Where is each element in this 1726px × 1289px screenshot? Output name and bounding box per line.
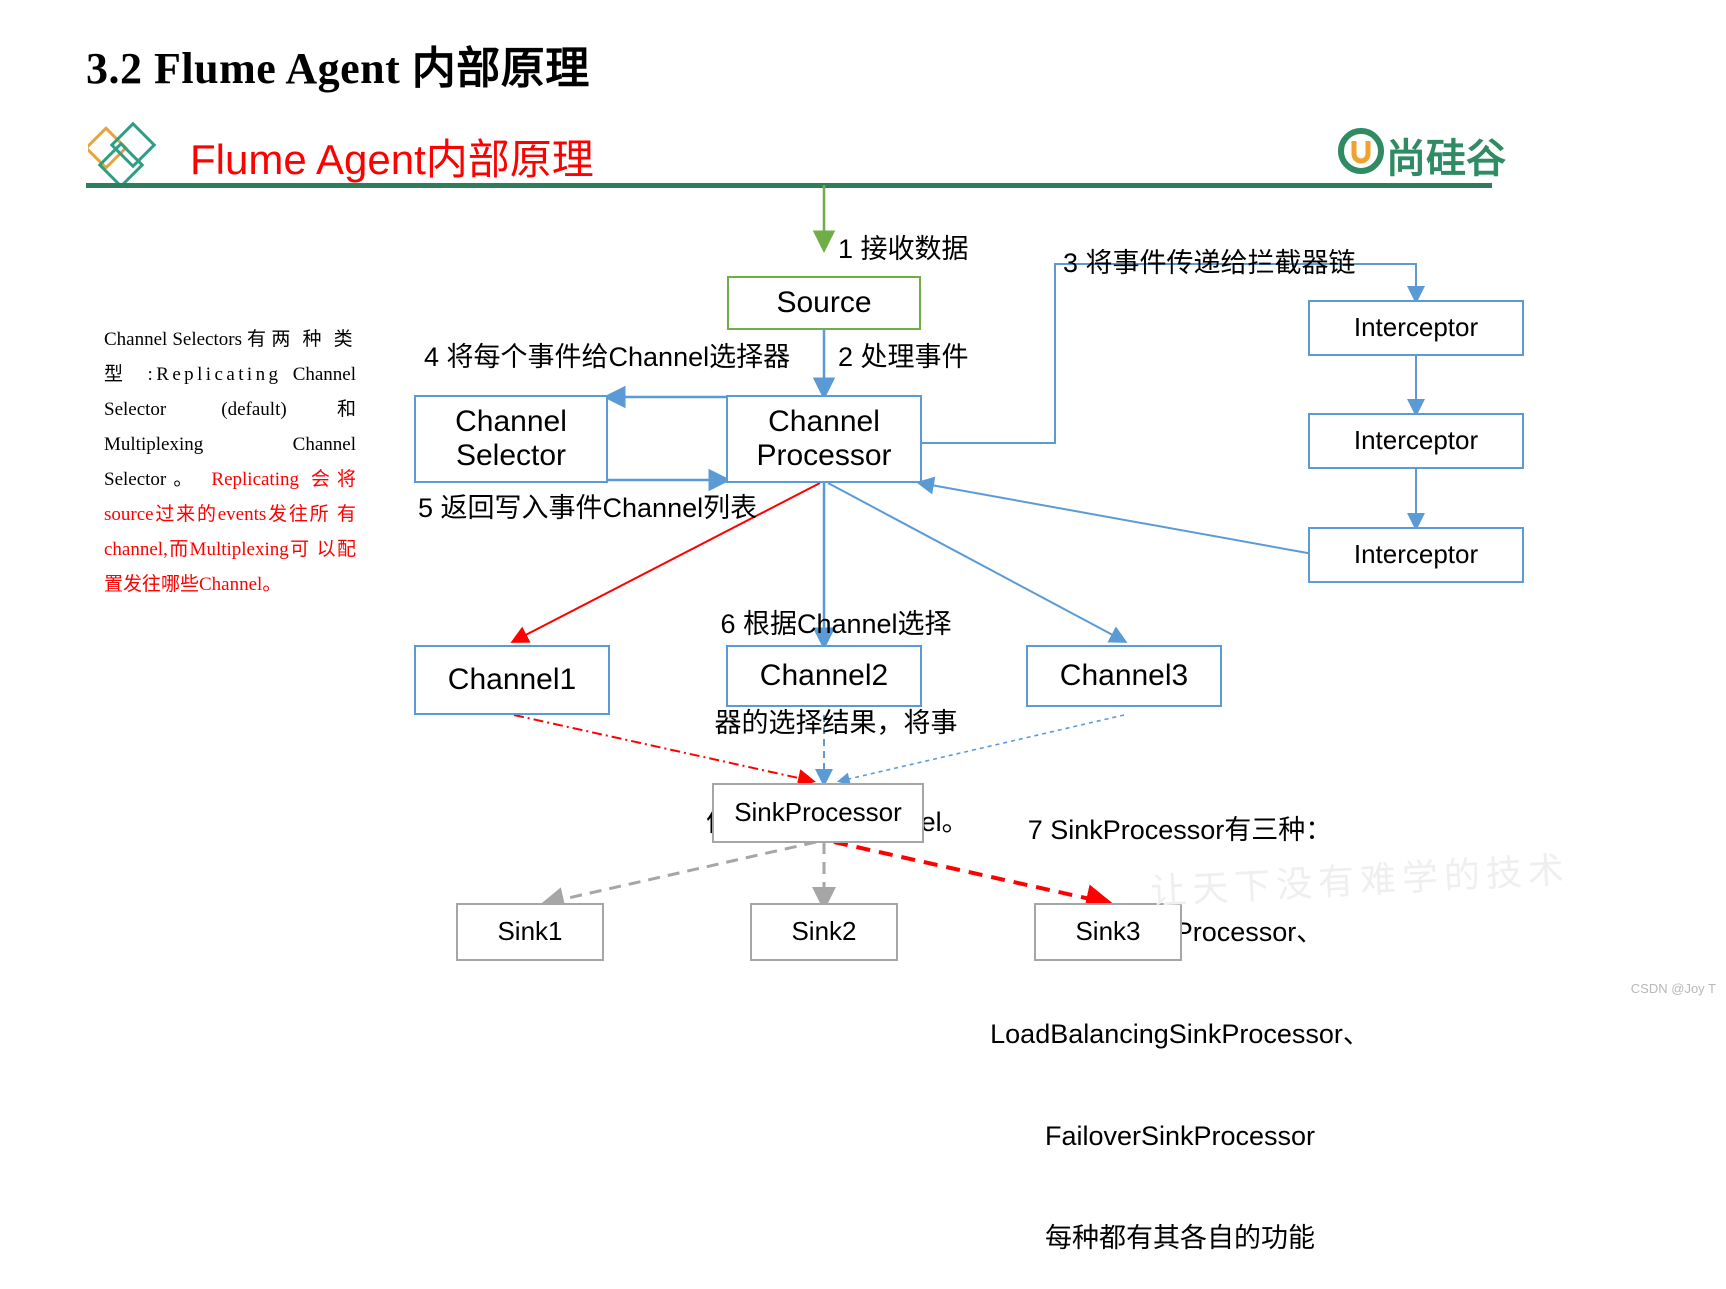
- node-channel-3[interactable]: Channel3: [1026, 645, 1222, 707]
- node-channel-processor[interactable]: Channel Processor: [726, 395, 922, 483]
- channel-selector-line-2: Selector: [455, 439, 567, 472]
- brand-logo-text: 尚硅谷: [1386, 136, 1506, 182]
- csdn-credit: CSDN @Joy T: [1630, 981, 1716, 996]
- banner-title: Flume Agent内部原理: [190, 136, 594, 183]
- step-6-line-1: 6 根据Channel选择: [720, 609, 952, 639]
- atguigu-logo: 尚硅谷: [1338, 128, 1506, 182]
- node-interceptor-3[interactable]: Interceptor: [1308, 527, 1524, 583]
- note-line-7: source过来的events发往所: [104, 504, 331, 525]
- node-channel-1[interactable]: Channel1: [414, 645, 610, 715]
- node-sink-processor[interactable]: SinkProcessor: [712, 783, 924, 843]
- step-5-label: 5 返回写入事件Channel列表: [418, 493, 758, 523]
- note-line-1: Channel Selectors 有: [104, 329, 267, 350]
- node-sink-2[interactable]: Sink2: [750, 903, 898, 961]
- step-7-line-1: 7 SinkProcessor有三种：: [1027, 815, 1333, 845]
- node-source[interactable]: Source: [727, 276, 921, 330]
- note-line-5: Selector。: [104, 469, 200, 490]
- channel-processor-line-1: Channel: [768, 404, 880, 438]
- step-7-line-4: FailoverSinkProcessor: [1044, 1121, 1316, 1151]
- step-4-label: 4 将每个事件给Channel选择器: [424, 342, 791, 372]
- node-sink-1[interactable]: Sink1: [456, 903, 604, 961]
- step-6-line-2: 器的选择结果，将事: [714, 708, 958, 738]
- step-2-label: 2 处理事件: [838, 342, 969, 372]
- page-title: 3.2 Flume Agent 内部原理: [86, 44, 590, 93]
- node-interceptor-2[interactable]: Interceptor: [1308, 413, 1524, 469]
- step-3-label: 3 将事件传递给拦截器链: [1063, 248, 1356, 278]
- channel-selector-line-1: Channel: [455, 404, 567, 438]
- note-line-6: Replicating 会将: [211, 469, 357, 490]
- node-channel-selector[interactable]: Channel Selector: [414, 395, 608, 483]
- step-7-line-5: 每种都有其各自的功能: [1045, 1223, 1315, 1253]
- node-channel-2[interactable]: Channel2: [726, 645, 922, 707]
- node-interceptor-1[interactable]: Interceptor: [1308, 300, 1524, 356]
- step-7-line-3: LoadBalancingSinkProcessor、: [990, 1019, 1370, 1049]
- banner-divider: [86, 183, 1492, 188]
- step-7-label: 7 SinkProcessor有三种： DefaultSinkProcessor…: [940, 745, 1420, 1289]
- note-line-4: Multiplexing Channel: [104, 434, 356, 455]
- channel-processor-line-2: Processor: [756, 439, 892, 472]
- channel-selector-note: Channel Selectors 有 两 种 类 型 :Replicating…: [104, 322, 356, 602]
- diamond-decoration-icon: [84, 120, 166, 189]
- step-1-label: 1 接收数据: [838, 234, 969, 264]
